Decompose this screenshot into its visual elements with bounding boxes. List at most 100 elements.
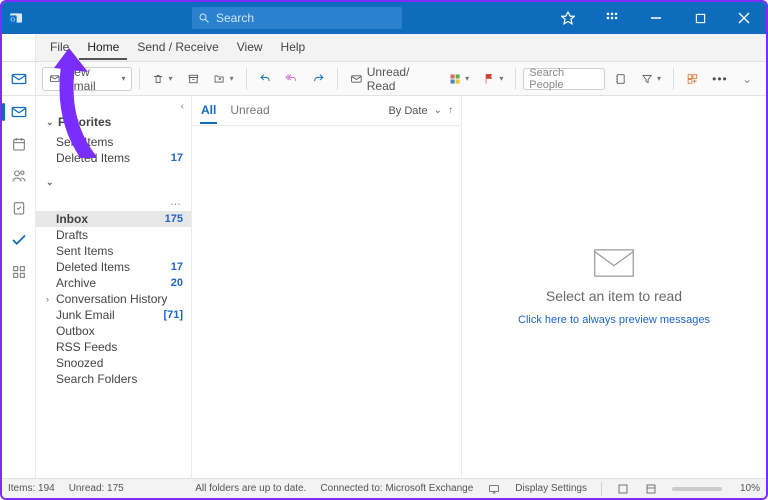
minimize-button[interactable]	[634, 2, 678, 34]
favorites-header[interactable]: ⌄Favorites	[36, 110, 191, 134]
rail-calendar[interactable]	[8, 133, 30, 155]
rail-mail[interactable]	[8, 101, 30, 123]
account-header[interactable]: ⌄	[36, 172, 191, 193]
chevron-down-icon: ▾	[499, 74, 503, 83]
reply-all-icon	[285, 72, 298, 86]
rail-people[interactable]	[8, 165, 30, 187]
close-button[interactable]	[722, 2, 766, 34]
archive-icon	[187, 72, 200, 86]
tab-all[interactable]: All	[200, 97, 217, 124]
premium-icon[interactable]	[546, 2, 590, 34]
forward-icon	[312, 72, 325, 86]
maximize-button[interactable]	[678, 2, 722, 34]
sort-ascending-icon: ↑	[448, 105, 453, 116]
rail-todo[interactable]	[8, 229, 30, 251]
archive-button[interactable]	[182, 67, 205, 91]
status-sync: All folders are up to date.	[195, 483, 306, 494]
separator	[246, 68, 247, 90]
search-placeholder: Search	[216, 11, 254, 25]
message-list-pane: All Unread By Date ⌄ ↑	[192, 96, 462, 478]
new-email-label: New Email	[66, 65, 118, 93]
display-settings-icon[interactable]	[487, 482, 501, 496]
forward-button[interactable]	[307, 67, 330, 91]
rail-more[interactable]	[8, 261, 30, 283]
search-icon	[198, 12, 210, 24]
new-mail-icon	[49, 72, 62, 86]
folder-conversation-history[interactable]: ›Conversation History	[36, 291, 191, 307]
menu-help[interactable]: Help	[273, 35, 314, 60]
collapse-folders-button[interactable]: ‹	[178, 98, 187, 115]
menu-view[interactable]: View	[229, 35, 271, 60]
separator	[673, 68, 674, 90]
status-connection: Connected to: Microsoft Exchange	[320, 483, 473, 494]
folder-deleted-items[interactable]: Deleted Items17	[36, 259, 191, 275]
addins-button[interactable]	[681, 67, 704, 91]
outlook-app-icon: O	[2, 10, 30, 26]
zoom-level[interactable]: 10%	[740, 483, 760, 494]
move-to-icon	[213, 72, 225, 86]
tab-unread[interactable]: Unread	[229, 97, 270, 124]
folder-search-folders[interactable]: Search Folders	[36, 371, 191, 387]
envelope-icon	[350, 72, 363, 86]
zoom-slider[interactable]	[672, 487, 722, 491]
unread-read-button[interactable]: Unread/ Read	[345, 67, 440, 91]
flag-button[interactable]: ▾	[478, 67, 508, 91]
folder-deleted-items[interactable]: Deleted Items17	[36, 150, 191, 166]
folder-overflow[interactable]: …	[36, 193, 191, 211]
folder-outbox[interactable]: Outbox	[36, 323, 191, 339]
ellipsis-icon: •••	[712, 72, 728, 86]
categorize-button[interactable]: ▾	[444, 67, 474, 91]
statusbar: Items: 194 Unread: 175 All folders are u…	[2, 478, 766, 498]
ribbon: New Email ▾ ▾ ▾ Unread/ Read ▾ ▾ Search …	[2, 62, 766, 96]
app-window: O Search File Home Send / Receive View H…	[0, 0, 768, 500]
reading-view-icon[interactable]	[644, 482, 658, 496]
separator	[515, 68, 516, 90]
rail-tasks[interactable]	[8, 197, 30, 219]
trash-icon	[152, 72, 164, 86]
chevron-down-icon: ⌄	[742, 72, 752, 86]
address-book-button[interactable]	[609, 67, 632, 91]
chevron-down-icon: ▾	[230, 74, 234, 83]
nav-rail	[2, 96, 36, 478]
menu-home[interactable]: Home	[79, 35, 127, 60]
folder-sent-items[interactable]: Sent Items	[36, 243, 191, 259]
global-search-input[interactable]: Search	[192, 7, 402, 29]
delete-button[interactable]: ▾	[147, 67, 177, 91]
always-preview-link[interactable]: Click here to always preview messages	[518, 314, 710, 326]
sort-control[interactable]: By Date ⌄ ↑	[388, 105, 453, 117]
menu-send-receive[interactable]: Send / Receive	[129, 35, 226, 60]
folder-snoozed[interactable]: Snoozed	[36, 355, 191, 371]
reply-all-button[interactable]	[280, 67, 303, 91]
collapse-ribbon-button[interactable]: ⌄	[736, 67, 758, 91]
chevron-down-icon: ▾	[657, 74, 661, 83]
coming-soon-icon[interactable]	[590, 2, 634, 34]
separator	[139, 68, 140, 90]
filter-button[interactable]: ▾	[636, 67, 666, 91]
folder-drafts[interactable]: Drafts	[36, 227, 191, 243]
rail-mail-indicator[interactable]	[2, 62, 36, 95]
more-button[interactable]: •••	[708, 67, 732, 91]
menu-file[interactable]: File	[42, 35, 77, 60]
reply-button[interactable]	[254, 67, 277, 91]
normal-view-icon[interactable]	[616, 482, 630, 496]
svg-text:O: O	[10, 17, 15, 23]
folder-rss-feeds[interactable]: RSS Feeds	[36, 339, 191, 355]
move-button[interactable]: ▾	[208, 67, 238, 91]
message-list-header: All Unread By Date ⌄ ↑	[192, 96, 461, 126]
chevron-down-icon: ▾	[169, 74, 173, 83]
folder-archive[interactable]: Archive20	[36, 275, 191, 291]
envelope-outline-icon	[593, 248, 635, 278]
chevron-down-icon: ⌄	[46, 177, 56, 188]
folder-pane: ‹ ⌄Favorites Sent ItemsDeleted Items17 ⌄…	[36, 96, 192, 478]
search-people-input[interactable]: Search People	[523, 68, 605, 90]
apps-grid-icon	[686, 72, 699, 86]
flag-icon	[483, 72, 495, 86]
folder-junk-email[interactable]: Junk Email[71]	[36, 307, 191, 323]
new-email-button[interactable]: New Email ▾	[42, 67, 132, 91]
chevron-down-icon: ▾	[121, 74, 125, 83]
folder-sent-items[interactable]: Sent Items	[36, 134, 191, 150]
rail-spacer	[2, 34, 36, 61]
reply-icon	[259, 72, 272, 86]
status-display-settings[interactable]: Display Settings	[515, 483, 587, 494]
folder-inbox[interactable]: Inbox175	[36, 211, 191, 227]
